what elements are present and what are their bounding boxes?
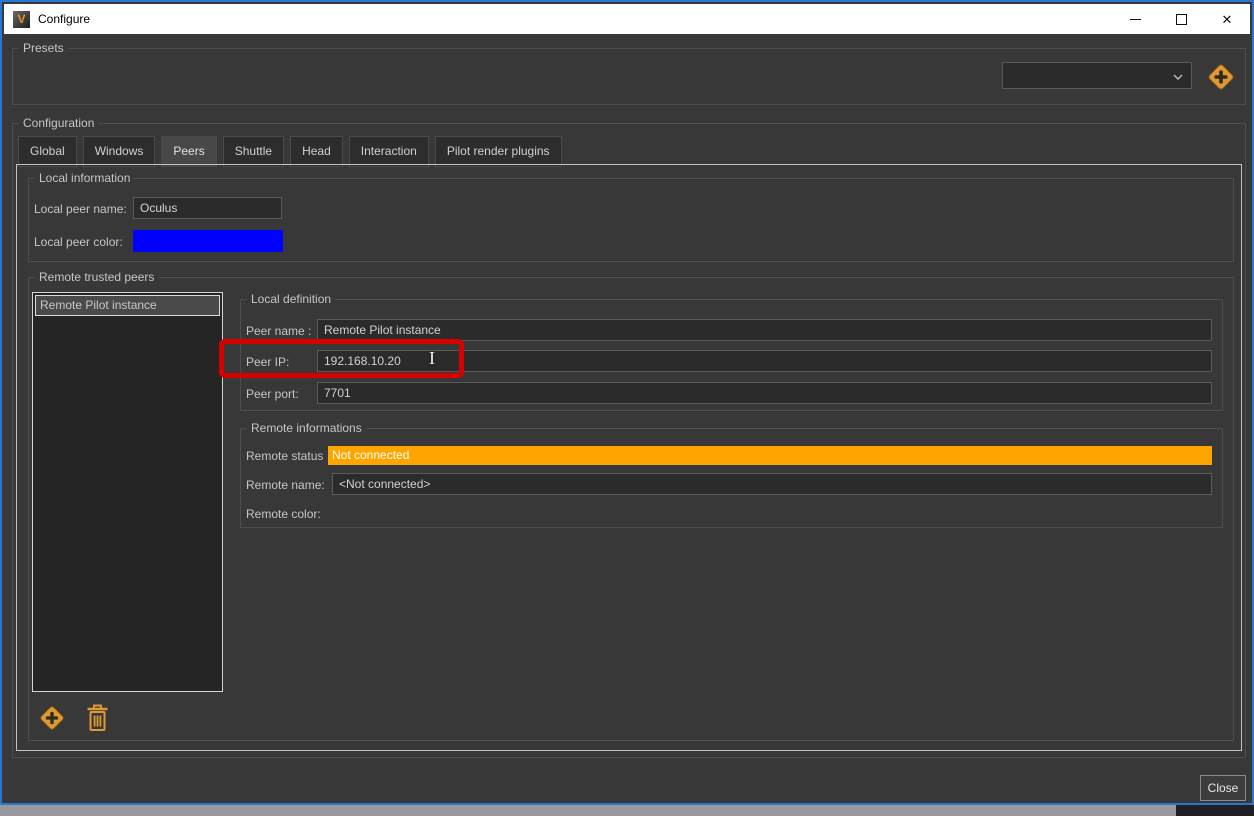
tab-windows[interactable]: Windows — [83, 136, 156, 167]
configure-window: V Configure ✕ Presets Configuration — [0, 0, 1254, 805]
peer-name-input[interactable] — [317, 319, 1212, 341]
maximize-button[interactable] — [1158, 4, 1204, 34]
peer-ip-input[interactable] — [317, 350, 1212, 372]
peer-name-label: Peer name : — [246, 324, 311, 338]
remote-trusted-peers-group-label: Remote trusted peers — [35, 270, 158, 284]
maximize-icon — [1176, 14, 1187, 25]
desktop-background-strip — [0, 805, 1254, 816]
trash-icon — [88, 706, 108, 731]
list-item-remote-pilot-instance[interactable]: Remote Pilot instance — [35, 295, 220, 316]
peer-port-label: Peer port: — [246, 387, 299, 401]
configuration-group-label: Configuration — [19, 116, 98, 130]
close-dialog-button[interactable]: Close — [1200, 775, 1246, 801]
tab-global[interactable]: Global — [18, 136, 77, 167]
add-preset-button[interactable] — [1206, 62, 1236, 92]
close-window-button[interactable]: ✕ — [1204, 4, 1250, 34]
title-bar: V Configure ✕ — [4, 4, 1250, 34]
close-icon: ✕ — [1222, 13, 1233, 26]
remote-peers-list[interactable]: Remote Pilot instance — [32, 292, 223, 692]
local-peer-name-label: Local peer name: — [34, 202, 127, 216]
chevron-down-icon — [1173, 74, 1183, 80]
screen: V Configure ✕ Presets Configuration — [0, 0, 1254, 816]
remote-status-value: Not connected — [328, 446, 1212, 465]
minimize-icon — [1130, 19, 1141, 20]
remote-color-label: Remote color: — [246, 507, 321, 521]
local-peer-name-input[interactable] — [133, 197, 282, 219]
tab-peers[interactable]: Peers — [161, 136, 216, 167]
delete-peer-button[interactable] — [86, 703, 109, 732]
tab-shuttle[interactable]: Shuttle — [223, 136, 284, 167]
tab-head[interactable]: Head — [290, 136, 343, 167]
minimize-button[interactable] — [1112, 4, 1158, 34]
local-definition-group-label: Local definition — [247, 292, 335, 306]
remote-status-label: Remote status — [246, 449, 323, 463]
presets-group-label: Presets — [19, 41, 68, 55]
remote-informations-group-label: Remote informations — [247, 421, 366, 435]
peer-ip-label: Peer IP: — [246, 355, 289, 369]
diamond-plus-icon — [39, 705, 64, 730]
local-peer-color-swatch[interactable] — [133, 230, 283, 252]
app-icon: V — [13, 11, 30, 28]
add-peer-button[interactable] — [38, 704, 66, 732]
tab-pilot-render-plugins[interactable]: Pilot render plugins — [435, 136, 562, 167]
window-controls: ✕ — [1112, 4, 1250, 34]
configuration-tabs: Global Windows Peers Shuttle Head Intera… — [18, 136, 562, 167]
peer-port-input[interactable] — [317, 382, 1212, 404]
preset-dropdown[interactable] — [1002, 62, 1192, 89]
tab-interaction[interactable]: Interaction — [349, 136, 429, 167]
local-information-group-label: Local information — [35, 171, 134, 185]
remote-name-label: Remote name: — [246, 478, 325, 492]
desktop-background-dark-segment — [1176, 805, 1254, 816]
window-title: Configure — [38, 4, 90, 34]
local-peer-color-label: Local peer color: — [34, 235, 123, 249]
diamond-plus-icon — [1208, 64, 1235, 91]
remote-name-input[interactable] — [332, 473, 1212, 495]
